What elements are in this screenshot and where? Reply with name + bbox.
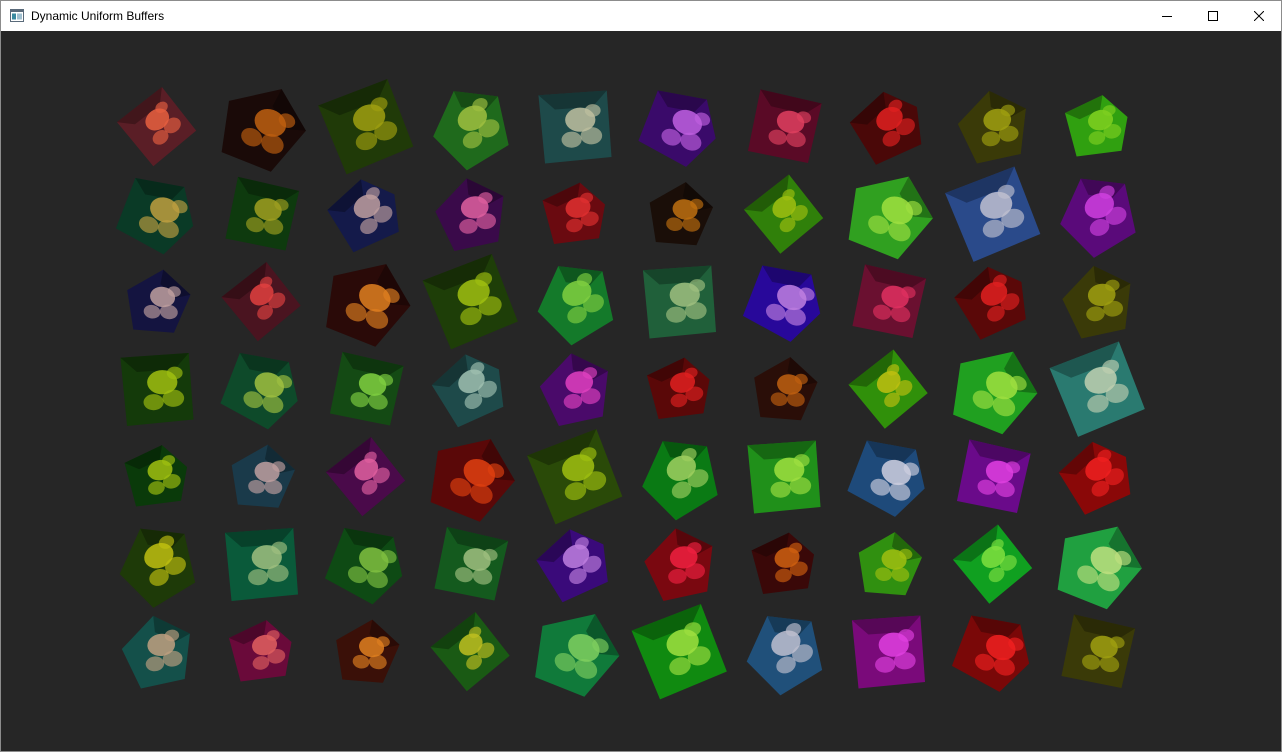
textured-cube xyxy=(1062,265,1131,339)
textured-cube xyxy=(538,90,612,164)
textured-cube xyxy=(435,178,504,252)
textured-cube xyxy=(642,441,718,521)
textured-cube xyxy=(954,266,1026,340)
textured-cube xyxy=(956,439,1031,514)
textured-cube xyxy=(329,351,404,426)
textured-cube xyxy=(1060,178,1136,258)
textured-cube xyxy=(848,176,933,260)
textured-cube xyxy=(324,527,403,605)
textured-cube xyxy=(849,91,922,165)
textured-cube xyxy=(957,90,1026,164)
textured-cube xyxy=(743,174,824,254)
textured-cube xyxy=(945,166,1041,262)
textured-cube xyxy=(848,349,928,429)
maximize-icon xyxy=(1208,11,1218,21)
textured-cube xyxy=(430,439,515,522)
textured-cube xyxy=(430,611,510,692)
textured-cube xyxy=(1057,526,1142,610)
textured-cube xyxy=(115,177,194,255)
textured-cube xyxy=(124,445,188,507)
textured-cube xyxy=(326,264,411,347)
textured-cube xyxy=(433,91,509,171)
textured-cube xyxy=(742,265,821,342)
textured-cube xyxy=(229,620,292,682)
textured-cube xyxy=(221,261,301,342)
textured-cube xyxy=(747,440,821,514)
textured-cube xyxy=(535,614,620,697)
textured-cube xyxy=(858,532,922,596)
textured-cube xyxy=(231,444,295,508)
textured-cube xyxy=(638,90,716,167)
textured-cube xyxy=(434,526,509,601)
textured-cube xyxy=(751,532,815,594)
app-window: Dynamic Uniform Buffers xyxy=(0,0,1282,752)
textured-cube xyxy=(542,182,606,244)
textured-cube xyxy=(631,604,727,700)
textured-cube xyxy=(537,266,614,346)
textured-cube xyxy=(119,528,196,608)
textured-cube xyxy=(225,176,300,251)
textured-cube xyxy=(325,436,406,517)
textured-cube xyxy=(539,353,608,427)
textured-cube xyxy=(224,527,299,602)
textured-cube xyxy=(116,86,197,167)
textured-cube xyxy=(951,615,1030,692)
close-icon xyxy=(1254,11,1264,21)
textured-cube xyxy=(746,616,823,696)
textured-cube xyxy=(431,354,504,428)
textured-cube xyxy=(642,265,717,339)
textured-cube xyxy=(747,89,822,164)
textured-cube xyxy=(120,352,194,427)
textured-cube xyxy=(847,440,925,517)
textured-cube xyxy=(220,352,298,430)
textured-cube xyxy=(644,528,713,602)
textured-cube xyxy=(952,524,1033,604)
textured-cube xyxy=(121,615,190,689)
textured-cube xyxy=(754,357,818,421)
textured-cube xyxy=(1061,614,1136,689)
close-button[interactable] xyxy=(1236,1,1282,31)
textured-cube xyxy=(221,89,306,172)
minimize-icon xyxy=(1162,11,1172,21)
textured-cube xyxy=(953,351,1038,435)
textured-cube xyxy=(336,619,400,683)
maximize-button[interactable] xyxy=(1190,1,1236,31)
textured-cube xyxy=(647,357,710,419)
textured-cube xyxy=(1049,341,1145,437)
textured-cube xyxy=(1058,441,1131,515)
minimize-button[interactable] xyxy=(1144,1,1190,31)
textured-cube xyxy=(851,615,926,689)
window-title: Dynamic Uniform Buffers xyxy=(31,9,165,23)
cube-grid-scene xyxy=(115,79,1145,700)
render-viewport[interactable] xyxy=(1,31,1281,751)
textured-cube xyxy=(422,254,518,350)
textured-cube xyxy=(527,429,623,525)
textured-cube xyxy=(536,529,608,603)
textured-cube xyxy=(318,79,414,175)
window-app-icon xyxy=(10,9,24,22)
textured-cube xyxy=(852,264,927,339)
title-bar[interactable]: Dynamic Uniform Buffers xyxy=(1,1,1281,31)
textured-cube xyxy=(127,269,191,333)
textured-cube xyxy=(327,179,399,253)
textured-cube xyxy=(1065,95,1128,157)
textured-cube xyxy=(649,182,713,246)
